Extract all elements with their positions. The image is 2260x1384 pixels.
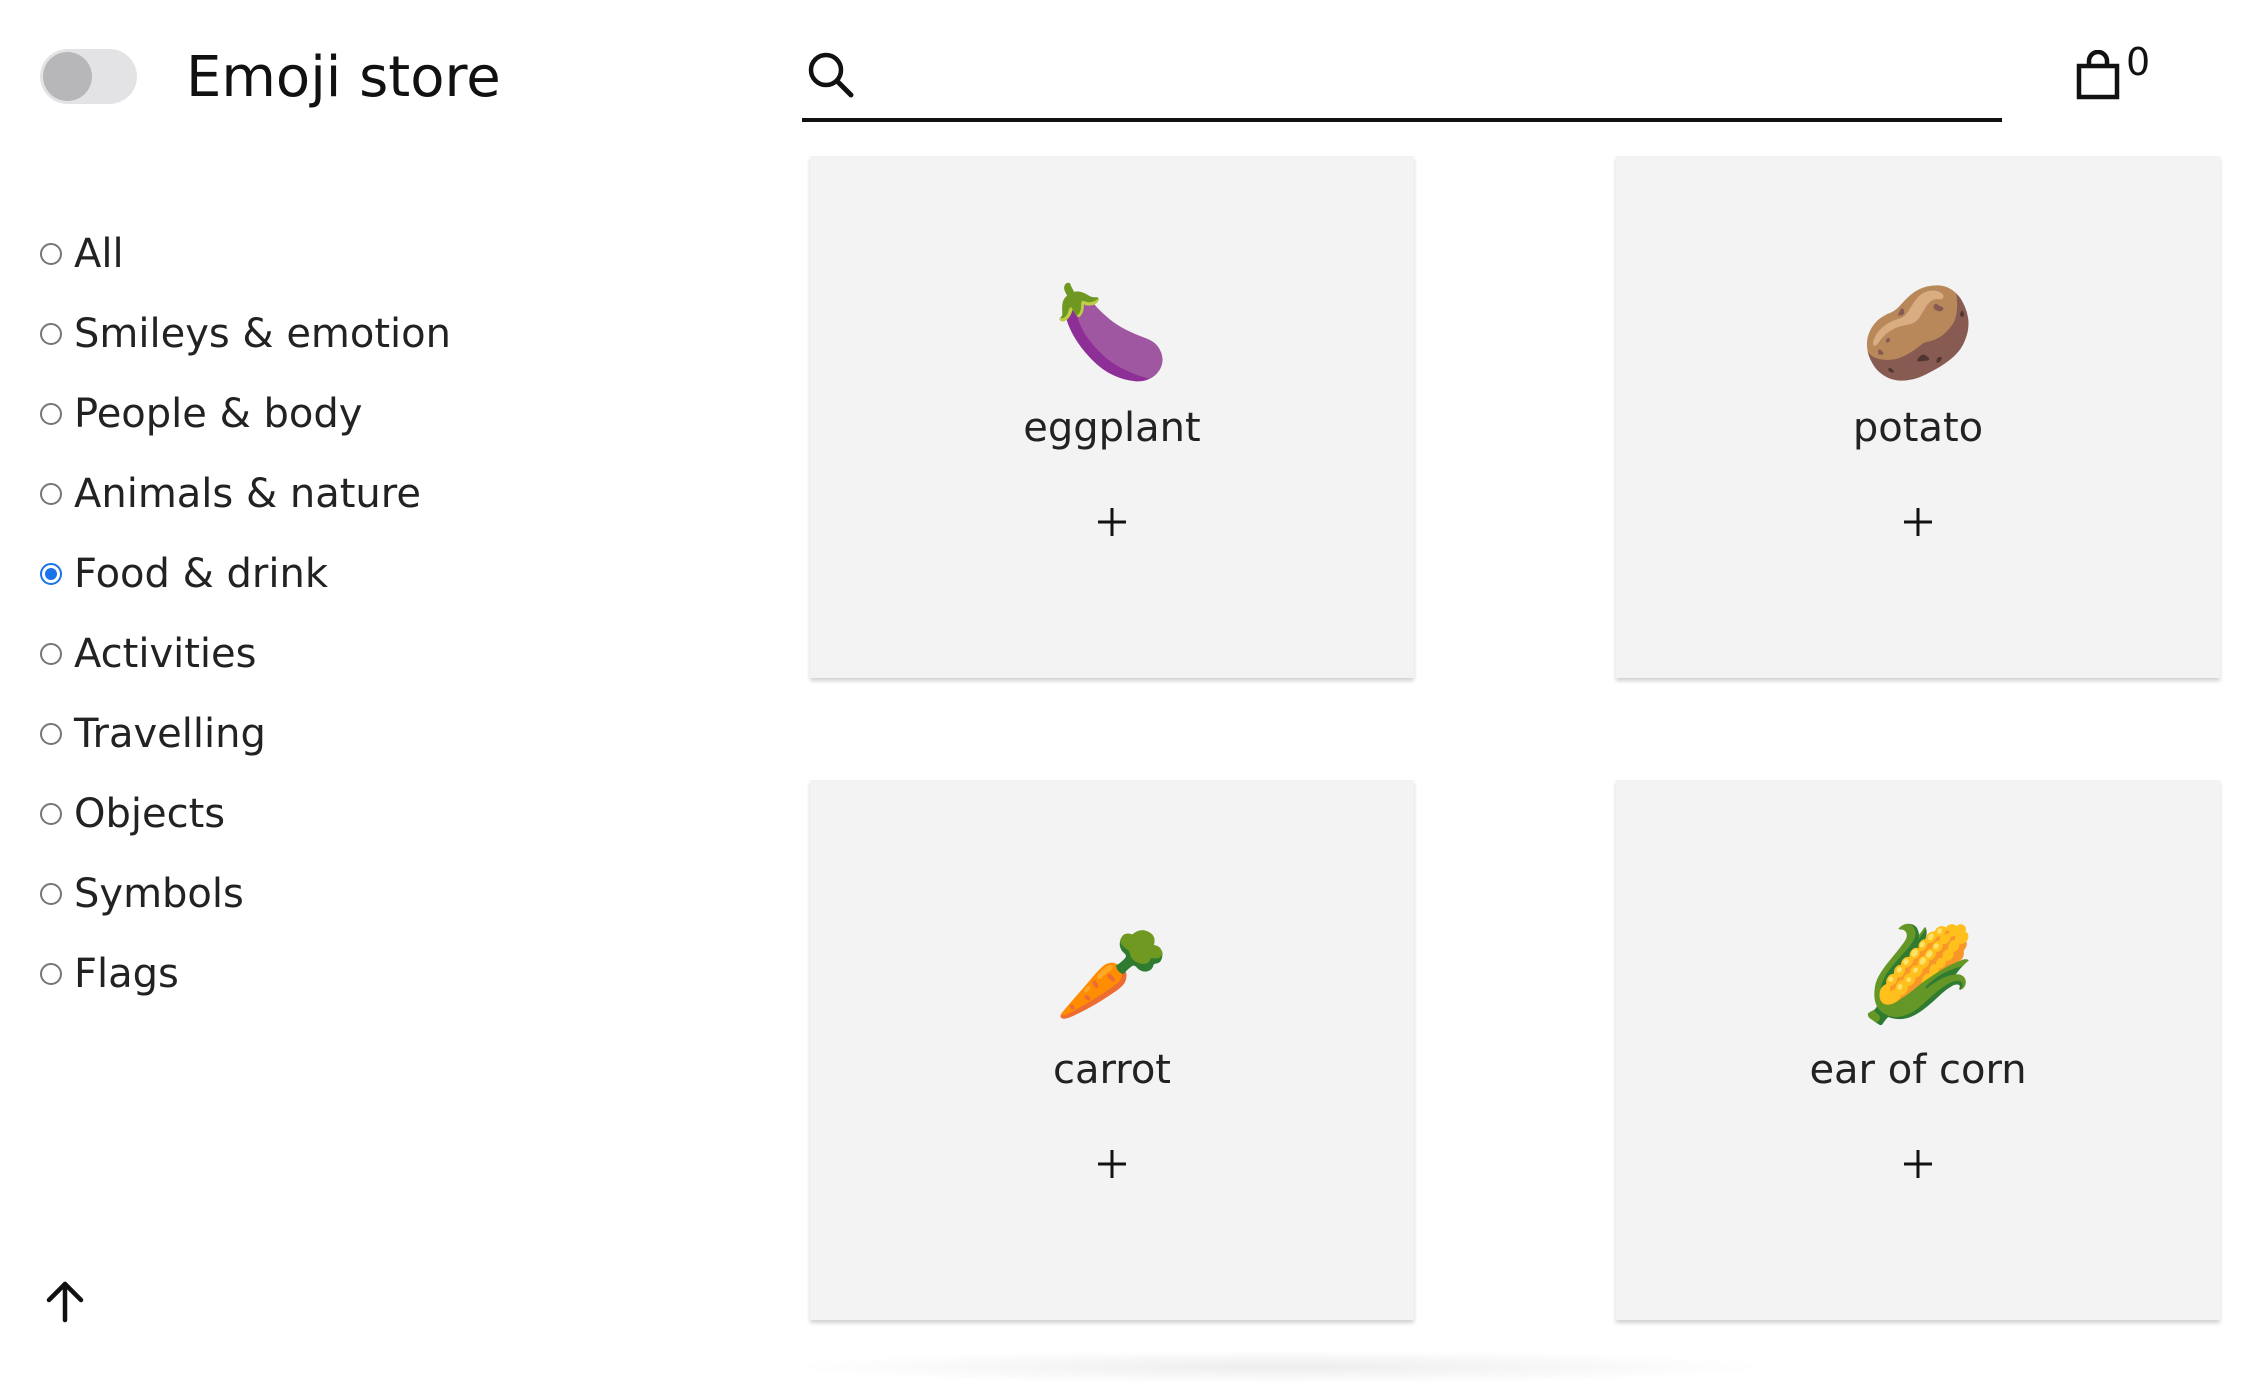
plus-icon[interactable] — [1888, 492, 1948, 552]
emoji-store-page: Emoji store 0 All Smileys & emotion Peop… — [0, 0, 2260, 1384]
product-card: 🍆 eggplant — [810, 156, 1414, 678]
radio-button[interactable] — [40, 883, 62, 905]
plus-icon[interactable] — [1082, 1134, 1142, 1194]
radio-button[interactable] — [40, 963, 62, 985]
category-label: Animals & nature — [74, 471, 421, 517]
category-option[interactable]: Travelling — [40, 694, 680, 774]
category-option[interactable]: Animals & nature — [40, 454, 680, 534]
app-title: Emoji store — [186, 45, 501, 110]
search-bar — [802, 40, 2002, 122]
product-card: 🌽 ear of corn — [1616, 780, 2220, 1320]
product-name: carrot — [1053, 1047, 1171, 1093]
category-option[interactable]: Symbols — [40, 854, 680, 934]
radio-button[interactable] — [40, 243, 62, 265]
product-emoji: 🌽 — [1860, 921, 1976, 1028]
category-option[interactable]: Activities — [40, 614, 680, 694]
product-emoji: 🍆 — [1054, 279, 1170, 386]
product-name: ear of corn — [1809, 1047, 2027, 1093]
toggle-knob — [43, 52, 92, 101]
category-option[interactable]: Flags — [40, 934, 680, 1014]
category-label: Flags — [74, 951, 179, 997]
category-option[interactable]: All — [40, 214, 680, 294]
category-option[interactable]: People & body — [40, 374, 680, 454]
cart-button[interactable]: 0 — [2076, 40, 2156, 104]
product-grid: 🍆 eggplant 🥔 potato 🥕 carrot 🌽 ear of co… — [810, 156, 2220, 1326]
plus-icon[interactable] — [1082, 492, 1142, 552]
search-icon[interactable] — [806, 50, 856, 100]
category-filter-list: All Smileys & emotion People & body Anim… — [40, 214, 680, 1014]
product-name: eggplant — [1023, 405, 1201, 451]
scroll-shadow — [780, 1350, 1780, 1384]
search-input[interactable] — [876, 46, 1980, 110]
product-card: 🥕 carrot — [810, 780, 1414, 1320]
category-label: Travelling — [74, 711, 266, 757]
shopping-bag-icon — [2076, 50, 2120, 100]
radio-button[interactable] — [40, 643, 62, 665]
product-card: 🥔 potato — [1616, 156, 2220, 678]
product-name: potato — [1852, 405, 1984, 451]
plus-icon[interactable] — [1888, 1134, 1948, 1194]
category-option[interactable]: Food & drink — [40, 534, 680, 614]
theme-toggle[interactable] — [40, 49, 137, 104]
product-emoji: 🥔 — [1860, 279, 1976, 386]
arrow-up-icon[interactable] — [40, 1276, 90, 1326]
category-label: Food & drink — [74, 551, 329, 597]
category-option[interactable]: Smileys & emotion — [40, 294, 680, 374]
cart-count: 0 — [2126, 40, 2151, 84]
category-option[interactable]: Objects — [40, 774, 680, 854]
radio-button[interactable] — [40, 483, 62, 505]
category-label: Objects — [74, 791, 226, 837]
category-label: Symbols — [74, 871, 244, 917]
category-label: Smileys & emotion — [74, 311, 451, 357]
radio-button[interactable] — [40, 403, 62, 425]
radio-button[interactable] — [40, 803, 62, 825]
radio-button[interactable] — [40, 323, 62, 345]
category-label: Activities — [74, 631, 257, 677]
product-emoji: 🥕 — [1054, 921, 1170, 1028]
category-label: All — [74, 231, 124, 277]
radio-button-checked[interactable] — [40, 563, 62, 585]
radio-button[interactable] — [40, 723, 62, 745]
category-label: People & body — [74, 391, 363, 437]
